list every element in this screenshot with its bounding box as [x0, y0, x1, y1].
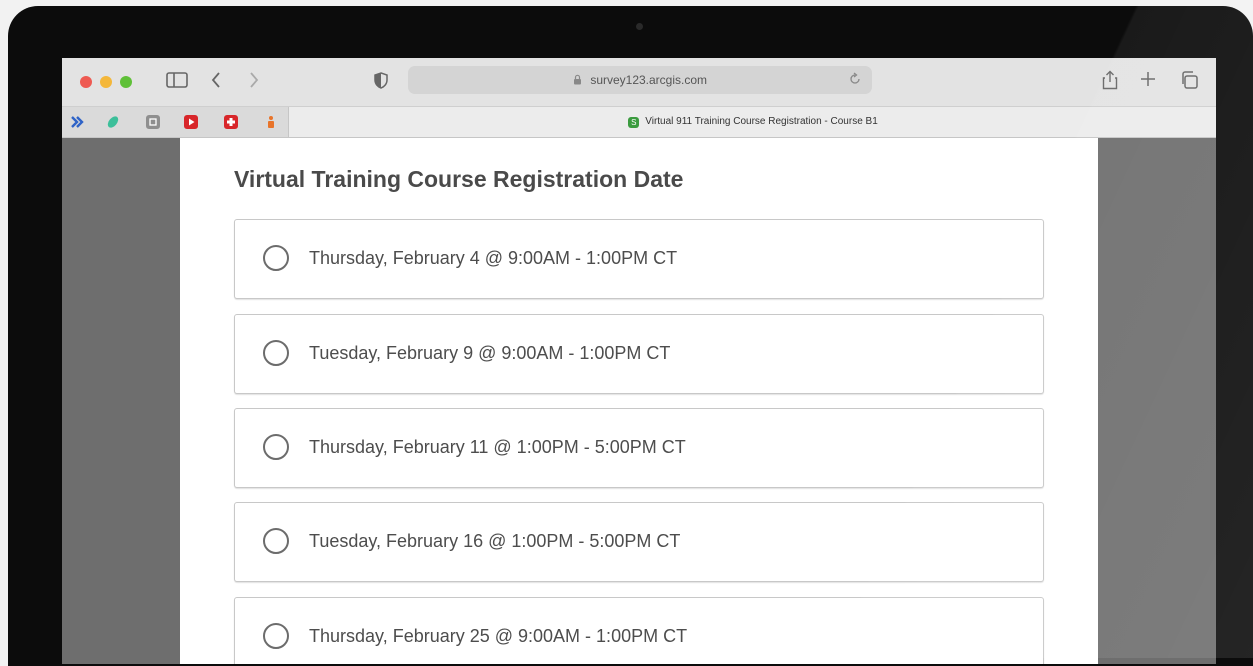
new-tab-icon[interactable]: [1140, 71, 1156, 90]
extension-arrow-icon[interactable]: [70, 115, 84, 129]
date-option-5[interactable]: Thursday, February 25 @ 9:00AM - 1:00PM …: [234, 597, 1044, 664]
extension-leaf-icon[interactable]: [106, 115, 120, 129]
browser-window: survey123.arcgis.com S Virtual 911 Train…: [62, 58, 1216, 664]
zoom-window-button[interactable]: [120, 76, 132, 88]
sidebar-toggle-icon[interactable]: [166, 72, 188, 91]
option-label: Thursday, February 11 @ 1:00PM - 5:00PM …: [309, 437, 686, 457]
radio-button[interactable]: [263, 245, 289, 271]
active-tab[interactable]: S Virtual 911 Training Course Registratio…: [288, 107, 1216, 137]
date-option-1[interactable]: Thursday, February 4 @ 9:00AM - 1:00PM C…: [234, 219, 1044, 299]
option-label: Tuesday, February 9 @ 9:00AM - 1:00PM CT: [309, 343, 671, 363]
radio-button[interactable]: [263, 434, 289, 460]
option-label: Thursday, February 4 @ 9:00AM - 1:00PM C…: [309, 248, 678, 268]
url-display: survey123.arcgis.com: [408, 73, 872, 87]
option-label: Thursday, February 25 @ 9:00AM - 1:00PM …: [309, 626, 688, 646]
extension-gray-icon[interactable]: [146, 115, 160, 129]
radio-button[interactable]: [263, 623, 289, 649]
tab-overview-icon[interactable]: [1180, 71, 1198, 92]
extension-red-cross-icon[interactable]: [224, 115, 238, 129]
date-option-3[interactable]: Thursday, February 11 @ 1:00PM - 5:00PM …: [234, 408, 1044, 488]
back-icon[interactable]: [210, 71, 222, 92]
forward-icon[interactable]: [248, 71, 260, 92]
tab-title: Virtual 911 Training Course Registration…: [645, 116, 878, 127]
survey-favicon-icon: S: [628, 117, 640, 128]
page-title: Virtual Training Course Registration Dat…: [234, 166, 684, 192]
lock-icon: [573, 73, 590, 87]
reload-icon[interactable]: [848, 72, 862, 91]
close-window-button[interactable]: [80, 76, 92, 88]
option-label: Tuesday, February 16 @ 1:00PM - 5:00PM C…: [309, 531, 681, 551]
privacy-shield-icon[interactable]: [374, 72, 388, 92]
date-option-2[interactable]: Tuesday, February 9 @ 9:00AM - 1:00PM CT: [234, 314, 1044, 394]
radio-button[interactable]: [263, 528, 289, 554]
address-bar[interactable]: survey123.arcgis.com: [408, 66, 872, 94]
camera-dot: [636, 23, 643, 30]
survey-page: Virtual Training Course Registration Dat…: [180, 138, 1098, 664]
tab-bar: S Virtual 911 Training Course Registratio…: [62, 107, 1216, 138]
share-icon[interactable]: [1102, 70, 1118, 93]
browser-toolbar: survey123.arcgis.com: [62, 58, 1216, 107]
radio-button[interactable]: [263, 340, 289, 366]
date-option-4[interactable]: Tuesday, February 16 @ 1:00PM - 5:00PM C…: [234, 502, 1044, 582]
laptop-bezel: survey123.arcgis.com S Virtual 911 Train…: [8, 6, 1253, 666]
url-text: survey123.arcgis.com: [590, 73, 708, 87]
extension-person-icon[interactable]: [264, 115, 278, 129]
extension-red-play-icon[interactable]: [184, 115, 198, 129]
minimize-window-button[interactable]: [100, 76, 112, 88]
